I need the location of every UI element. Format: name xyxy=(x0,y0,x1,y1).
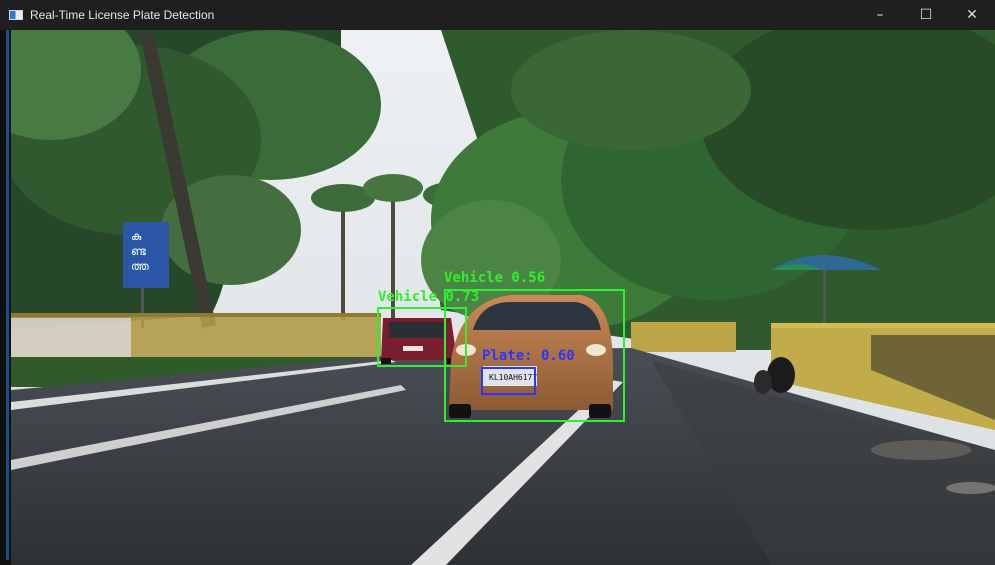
window-title: Real-Time License Plate Detection xyxy=(30,8,215,22)
maximize-button[interactable]: ☐ xyxy=(903,0,949,30)
signboard-line-3: ത്ത xyxy=(131,260,149,273)
video-frame: കു ണ്ട ത്ത KL10AH6177 Vehicle 0.73 Vehic… xyxy=(11,30,995,565)
close-button[interactable]: ✕ xyxy=(949,0,995,30)
app-icon xyxy=(9,10,23,20)
signboard-line-2: ണ്ട xyxy=(131,245,146,258)
plate-label: Plate: 0.60 xyxy=(482,348,575,364)
signboard-line-1: കു xyxy=(131,230,142,243)
title-bar[interactable]: Real-Time License Plate Detection – ☐ ✕ xyxy=(0,0,995,30)
window-controls: – ☐ ✕ xyxy=(857,0,995,30)
app-window: Real-Time License Plate Detection – ☐ ✕ xyxy=(0,0,995,565)
window-left-accent xyxy=(6,30,9,560)
vehicle-label-2: Vehicle 0.56 xyxy=(444,270,546,286)
minimize-button[interactable]: – xyxy=(857,0,903,30)
plate-box xyxy=(481,367,536,395)
